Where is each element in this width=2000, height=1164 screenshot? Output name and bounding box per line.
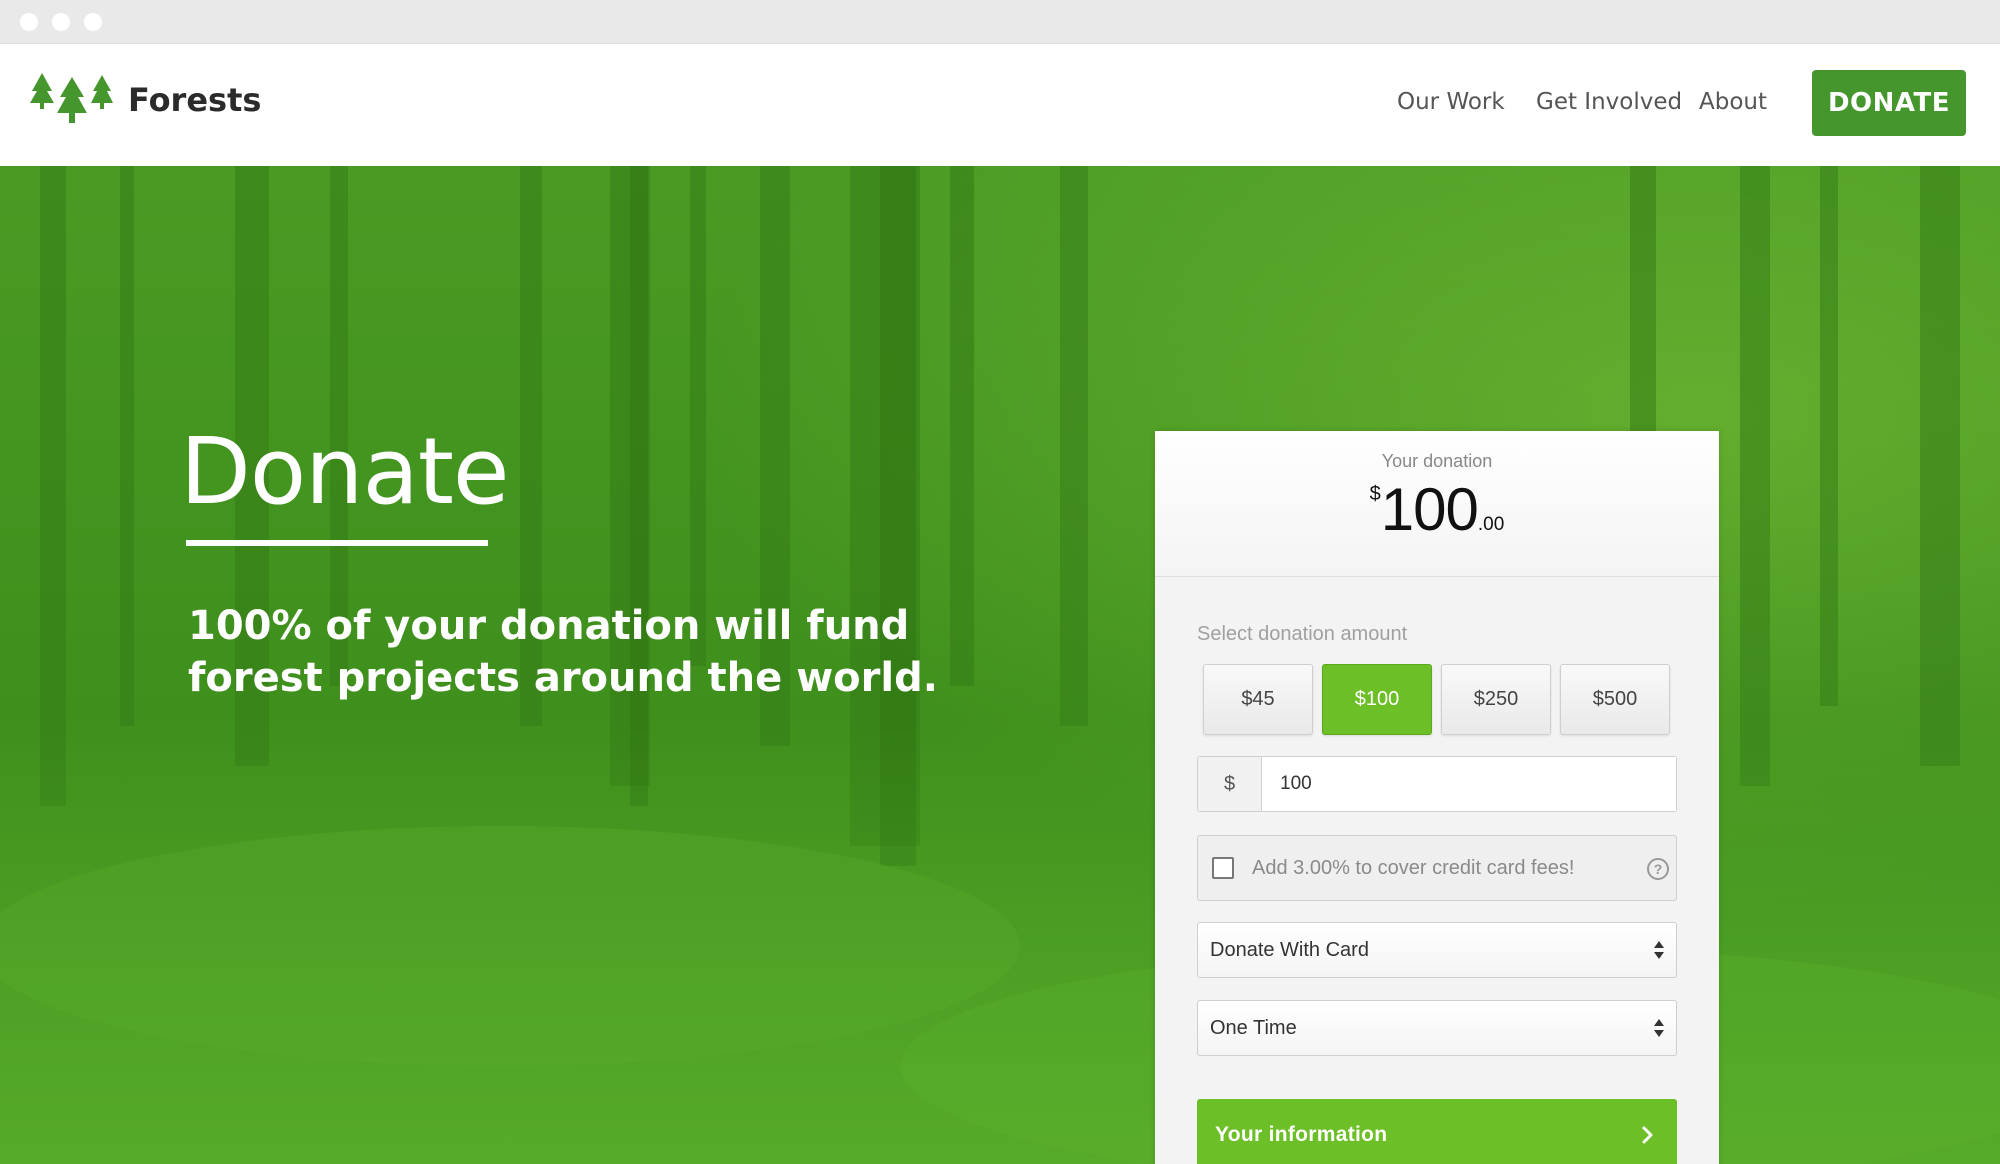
cover-fees-option[interactable]: Add 3.00% to cover credit card fees! ? [1197, 835, 1677, 901]
nav-link-get-involved[interactable]: Get Involved [1536, 89, 1682, 115]
amount-button-250[interactable]: $250 [1441, 664, 1551, 735]
cover-fees-label[interactable]: Add 3.00% to cover credit card fees! [1252, 857, 1574, 880]
your-information-button[interactable]: Your information [1197, 1099, 1677, 1164]
browser-chrome [0, 0, 2000, 44]
window-dot-maximize[interactable] [84, 13, 102, 31]
cover-fees-checkbox[interactable] [1212, 857, 1234, 879]
payment-method-select[interactable]: Donate With Card [1197, 922, 1677, 978]
question-circle-icon[interactable]: ? [1647, 858, 1669, 880]
custom-amount-input[interactable] [1262, 757, 1676, 811]
frequency-select[interactable]: One Time [1197, 1000, 1677, 1056]
amount-currency-symbol: $ [1369, 483, 1381, 505]
hero-subtitle: 100% of your donation will fund forest p… [188, 603, 938, 701]
amount-button-45[interactable]: $45 [1203, 664, 1313, 735]
donation-amount-display: $100.00 [1155, 475, 1719, 544]
frequency-value: One Time [1210, 1017, 1297, 1039]
chevron-right-icon [1642, 1126, 1653, 1144]
custom-amount-group: $ [1197, 756, 1677, 812]
sort-arrows-icon [1654, 941, 1664, 959]
custom-amount-currency: $ [1198, 757, 1262, 811]
your-donation-label: Your donation [1381, 451, 1493, 471]
nav-link-our-work[interactable]: Our Work [1397, 89, 1505, 115]
navbar: Forests Our Work Get Involved About DONA… [0, 45, 2000, 166]
trees-logo-icon[interactable] [30, 71, 114, 131]
amount-button-100[interactable]: $100 [1322, 664, 1432, 735]
nav-donate-button[interactable]: DONATE [1812, 70, 1966, 136]
donation-card: Your donation $100.00 Select donation am… [1155, 431, 1719, 1164]
amount-button-500[interactable]: $500 [1560, 664, 1670, 735]
nav-link-about[interactable]: About [1699, 89, 1767, 115]
amount-cents: .00 [1477, 514, 1505, 535]
select-amount-label: Select donation amount [1197, 623, 1408, 645]
payment-method-value: Donate With Card [1210, 939, 1369, 961]
hero-title-underline [186, 540, 488, 546]
window-dot-close[interactable] [20, 13, 38, 31]
donation-summary: Your donation $100.00 [1155, 431, 1719, 577]
hero-section: Donate 100% of your donation will fund f… [0, 166, 2000, 1164]
sort-arrows-icon [1654, 1019, 1664, 1037]
window-dot-minimize[interactable] [52, 13, 70, 31]
hero-title: Donate [180, 418, 509, 525]
brand-name[interactable]: Forests [128, 81, 261, 119]
your-information-label: Your information [1215, 1123, 1388, 1146]
amount-whole: 100 [1380, 476, 1479, 543]
